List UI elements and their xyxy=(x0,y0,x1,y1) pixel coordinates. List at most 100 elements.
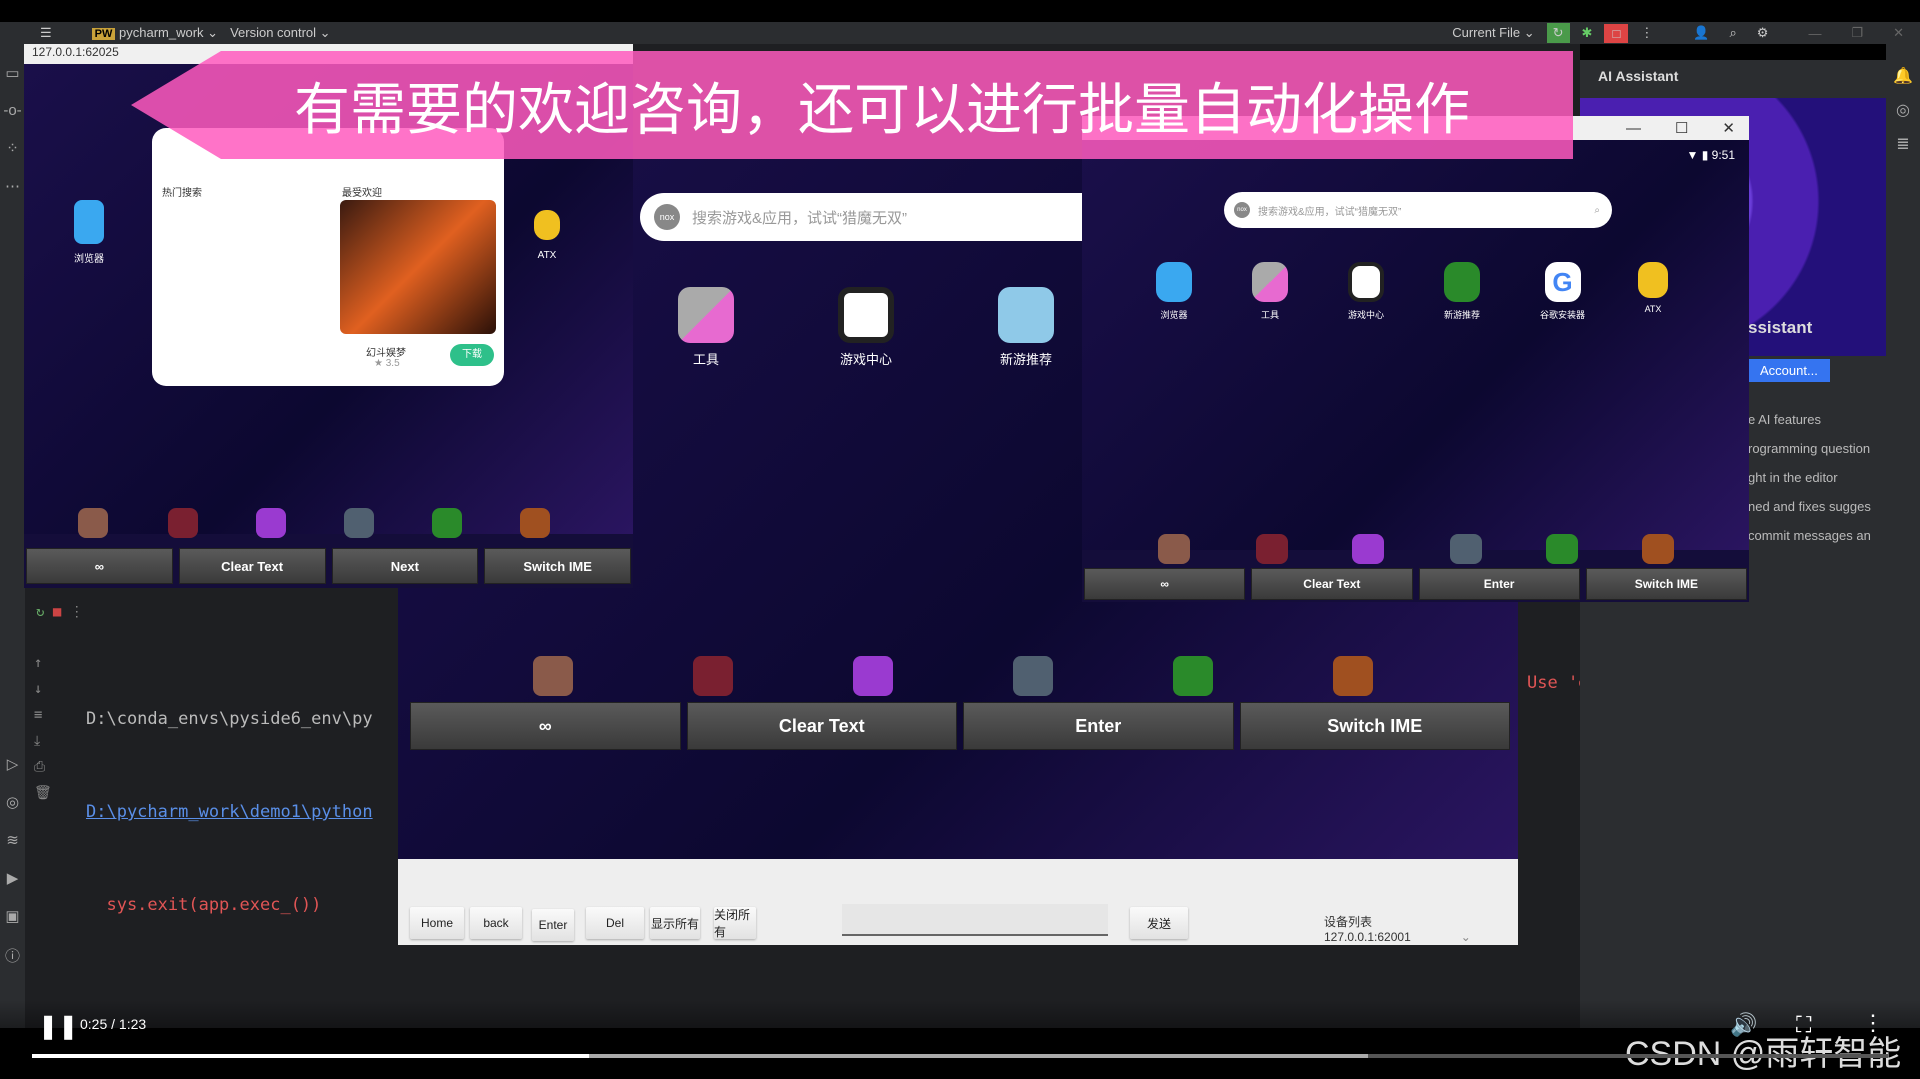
popular-label: 最受欢迎 xyxy=(342,188,382,199)
menu-icon[interactable]: ☰ xyxy=(40,25,52,41)
clear-text-button[interactable]: Clear Text xyxy=(686,702,957,750)
python-icon[interactable]: ◎ xyxy=(0,793,25,811)
del-button[interactable]: Del xyxy=(586,907,644,939)
search-bar[interactable]: nox 搜索游戏&应用，试试“猎魔无双” ⌕ xyxy=(1224,192,1612,228)
switch-ime-button[interactable]: Switch IME xyxy=(1585,568,1747,600)
send-button[interactable]: 发送 xyxy=(1130,907,1188,939)
next-button[interactable]: Next xyxy=(331,548,479,584)
home-button[interactable]: Home xyxy=(410,907,464,939)
app-store-popup[interactable]: 热门搜索 最受欢迎 幻斗娱梦 ★ 3.5 下载 xyxy=(152,128,504,386)
vcs-label: Version control xyxy=(230,25,317,40)
console-link[interactable]: D:\pycharm_work\demo1\python xyxy=(86,797,373,828)
debug-icon[interactable]: ✱ xyxy=(1582,25,1593,41)
close-icon[interactable]: ✕ xyxy=(1893,25,1904,41)
chevron-down-icon: ⌄ xyxy=(1460,930,1471,944)
structure-icon[interactable]: ⁘ xyxy=(0,139,25,157)
trash-icon[interactable]: 🗑 xyxy=(34,780,52,806)
back-button[interactable]: back xyxy=(470,907,522,939)
app-new-games[interactable]: 新游推荐 xyxy=(998,287,1054,368)
services-icon[interactable]: ▶ xyxy=(0,869,25,887)
more-icon[interactable]: ⋯ xyxy=(0,177,25,195)
switch-ime-button[interactable]: Switch IME xyxy=(1239,702,1510,750)
played-bar xyxy=(32,1054,589,1058)
app-tools[interactable]: 工具 xyxy=(678,287,734,368)
app-game-center[interactable]: 游戏中心 xyxy=(838,287,894,368)
app-google-installer[interactable]: G 谷歌安装器 xyxy=(1540,262,1585,321)
folder-icon[interactable]: ▭ xyxy=(0,64,25,82)
infinity-button[interactable]: ∞ xyxy=(26,548,173,584)
problems-icon[interactable]: ⓘ xyxy=(0,945,25,966)
print-icon[interactable]: ⎙ xyxy=(34,754,52,780)
more-icon[interactable]: ⋮ xyxy=(70,604,84,620)
account-button[interactable]: Account... xyxy=(1748,359,1830,382)
text-input[interactable] xyxy=(842,904,1108,936)
promo-banner: 有需要的欢迎咨询，还可以进行批量自动化操作 xyxy=(131,51,1573,159)
up-icon[interactable]: ↑ xyxy=(34,650,52,676)
app-game-center[interactable]: 游戏中心 xyxy=(1348,262,1384,321)
settings-icon[interactable]: ⚙ xyxy=(1757,25,1769,41)
featured-banner[interactable] xyxy=(340,200,496,334)
device-label: 设备列表 xyxy=(1324,915,1373,929)
app-new-games[interactable]: 新游推荐 xyxy=(1444,262,1480,321)
left-tool-strip: ▭ -o- ⁘ ⋯ ▷ ◎ ≋ ▶ ▣ ⓘ xyxy=(0,44,26,1028)
video-progress-bar[interactable] xyxy=(32,1054,1888,1058)
right-tool-strip: 🔔 ◎ ≣ xyxy=(1886,44,1920,1028)
stop-icon[interactable]: □ xyxy=(1604,23,1629,43)
nox-icon: nox xyxy=(1234,202,1250,218)
enter-button[interactable]: Enter xyxy=(1418,568,1580,600)
clear-text-button[interactable]: Clear Text xyxy=(178,548,326,584)
video-time: 0:25 / 1:23 xyxy=(80,1016,147,1032)
switch-ime-button[interactable]: Switch IME xyxy=(484,548,631,584)
terminal-icon[interactable]: ▣ xyxy=(0,907,25,925)
stop-icon[interactable]: ■ xyxy=(53,604,61,620)
database-icon[interactable]: ≣ xyxy=(1886,134,1920,154)
rerun-icon[interactable]: ↻ xyxy=(36,604,44,620)
run-config[interactable]: Current File ⌄ xyxy=(1452,25,1534,41)
infinity-button[interactable]: ∞ xyxy=(410,702,681,750)
nox-icon: nox xyxy=(654,204,680,230)
search-icon[interactable]: ⌕ xyxy=(1730,25,1737,41)
rerun-icon[interactable]: ↻ xyxy=(1546,23,1570,43)
run-icon[interactable]: ▷ xyxy=(0,755,25,773)
clear-text-button[interactable]: Clear Text xyxy=(1251,568,1413,600)
vcs-menu[interactable]: Version control ⌄ xyxy=(230,25,331,41)
show-all-button[interactable]: 显示所有 xyxy=(650,907,700,939)
project-selector[interactable]: PW pycharm_work ⌄ xyxy=(91,25,218,41)
close-all-button[interactable]: 关闭所有 xyxy=(714,907,756,939)
search-icon[interactable]: ⌕ xyxy=(1594,205,1600,216)
wrap-icon[interactable]: ≡ xyxy=(34,702,52,728)
ai-feature-line: rogramming question xyxy=(1748,441,1871,456)
maximize-icon[interactable]: ☐ xyxy=(1675,119,1688,137)
minimize-icon[interactable]: — xyxy=(1808,26,1821,41)
app-browser[interactable]: 浏览器 xyxy=(1156,262,1192,321)
commit-icon[interactable]: -o- xyxy=(0,102,25,119)
device-window-right: — ☐ ✕ ▼ ▮ 9:51 nox 搜索游戏&应用，试试“猎魔无双” ⌕ 浏览器 工具… xyxy=(1082,116,1749,602)
more-icon[interactable]: ⋮ xyxy=(1640,25,1653,41)
app-atx[interactable]: ATX xyxy=(534,210,560,261)
pause-icon[interactable]: ❚❚ xyxy=(38,1012,78,1041)
minimize-icon[interactable]: — xyxy=(1626,120,1641,137)
control-buttons: ∞ Clear Text Enter Switch IME xyxy=(1084,568,1747,600)
watermark: CSDN @雨轩智能 xyxy=(1625,1035,1902,1073)
ai-feature-line: e AI features xyxy=(1748,412,1821,427)
ai-icon[interactable]: ◎ xyxy=(1886,100,1920,120)
console-line: D:\conda_envs\pyside6_env\py xyxy=(86,709,373,729)
infinity-button[interactable]: ∞ xyxy=(1084,568,1246,600)
scroll-end-icon[interactable]: ⤓ xyxy=(34,728,52,754)
down-icon[interactable]: ↓ xyxy=(34,676,52,702)
close-icon[interactable]: ✕ xyxy=(1722,119,1735,137)
run-console[interactable]: ↻ ■ ⋮ ↑ ↓ ≡ ⤓ ⎙ 🗑 D:\conda_envs\pyside6_env\p… xyxy=(26,600,398,1020)
notification-icon[interactable]: 🔔 xyxy=(1886,66,1920,86)
restore-icon[interactable]: ❐ xyxy=(1851,25,1863,41)
clock: 9:51 xyxy=(1711,148,1735,162)
enter-button[interactable]: Enter xyxy=(963,702,1234,750)
enter-key-button[interactable]: Enter xyxy=(532,909,574,941)
layers-icon[interactable]: ≋ xyxy=(0,831,25,849)
device-selector[interactable]: 设备列表 127.0.0.1:62001 ⌄ xyxy=(1324,913,1518,944)
app-atx[interactable]: ATX xyxy=(1638,262,1668,314)
download-button[interactable]: 下载 xyxy=(450,344,494,366)
app-browser[interactable]: 浏览器 xyxy=(74,200,104,265)
add-user-icon[interactable]: 👤 xyxy=(1693,25,1709,41)
console-side-icons: ↑ ↓ ≡ ⤓ ⎙ 🗑 xyxy=(34,650,52,806)
app-tools[interactable]: 工具 xyxy=(1252,262,1288,321)
